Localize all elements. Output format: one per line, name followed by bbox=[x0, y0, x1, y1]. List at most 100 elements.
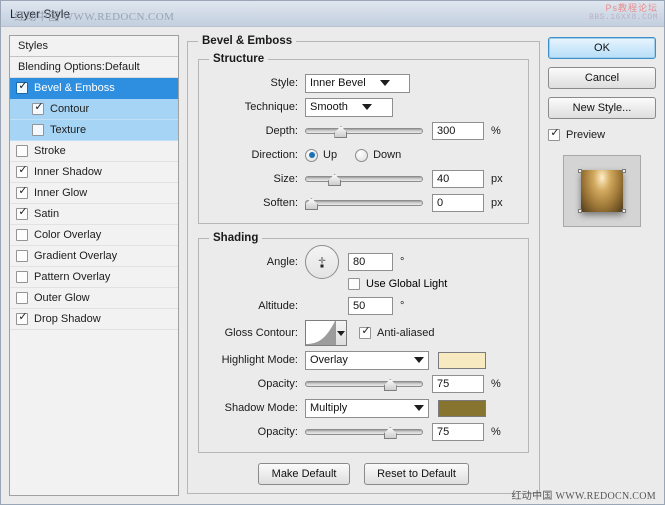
shadow-mode-row: Shadow Mode: Multiply bbox=[209, 396, 518, 420]
shadow-opacity-input[interactable]: 75 bbox=[432, 423, 484, 441]
style-item-checkbox[interactable] bbox=[16, 271, 28, 283]
technique-row: Technique: Smooth bbox=[209, 95, 518, 119]
style-item-texture[interactable]: Texture bbox=[10, 120, 178, 141]
style-item-checkbox[interactable] bbox=[16, 292, 28, 304]
size-slider[interactable] bbox=[305, 170, 423, 188]
altitude-unit: ° bbox=[400, 300, 405, 312]
structure-group-title: Structure bbox=[213, 53, 265, 65]
shadow-color-swatch[interactable] bbox=[438, 399, 486, 417]
highlight-mode-select[interactable]: Overlay bbox=[305, 350, 429, 370]
highlight-color-swatch[interactable] bbox=[438, 351, 486, 369]
style-item-checkbox[interactable] bbox=[16, 229, 28, 241]
highlight-opacity-unit: % bbox=[491, 378, 501, 390]
style-item-checkbox[interactable] bbox=[32, 101, 45, 115]
size-slider-track bbox=[305, 176, 423, 182]
highlight-opacity-input[interactable]: 75 bbox=[432, 375, 484, 393]
depth-slider[interactable] bbox=[305, 122, 423, 140]
cancel-button[interactable]: Cancel bbox=[548, 67, 656, 89]
technique-select-value: Smooth bbox=[310, 101, 348, 113]
style-item-outer-glow[interactable]: Outer Glow bbox=[10, 288, 178, 309]
new-style-button[interactable]: New Style... bbox=[548, 97, 656, 119]
angle-dial[interactable]: ✛ bbox=[305, 245, 339, 279]
style-item-label: Color Overlay bbox=[34, 229, 102, 241]
style-item-checkbox[interactable] bbox=[16, 311, 29, 325]
structure-group: Structure Style: Inner Bevel Technique: … bbox=[198, 53, 529, 224]
shadow-opacity-row: Opacity: 75 % bbox=[209, 420, 518, 444]
style-item-checkbox[interactable] bbox=[16, 185, 29, 199]
soften-input[interactable]: 0 bbox=[432, 194, 484, 212]
title-bar: Layer Style 红动中国 WWW.REDOCN.COM Ps教程论坛 B… bbox=[1, 1, 664, 27]
shadow-opacity-unit: % bbox=[491, 426, 501, 438]
style-select[interactable]: Inner Bevel bbox=[305, 73, 410, 93]
angle-dial-dot bbox=[320, 264, 324, 268]
size-label: Size: bbox=[273, 173, 298, 185]
watermark-top-right-line1: Ps教程论坛 bbox=[605, 3, 658, 13]
style-row: Style: Inner Bevel bbox=[209, 71, 518, 95]
highlight-opacity-label: Opacity: bbox=[257, 378, 298, 390]
anti-aliased-checkbox[interactable] bbox=[359, 325, 372, 339]
shadow-opacity-slider[interactable] bbox=[305, 423, 423, 441]
soften-unit: px bbox=[491, 197, 503, 209]
styles-header: Styles bbox=[10, 36, 178, 57]
highlight-opacity-slider[interactable] bbox=[305, 375, 423, 393]
preview-toggle-row: Preview bbox=[548, 127, 656, 141]
style-item-stroke[interactable]: Stroke bbox=[10, 141, 178, 162]
depth-unit: % bbox=[491, 125, 501, 137]
style-item-checkbox[interactable] bbox=[16, 206, 29, 220]
chevron-down-icon bbox=[361, 104, 372, 110]
shadow-mode-select[interactable]: Multiply bbox=[305, 398, 429, 418]
watermark-bottom: 红动中国 WWW.REDOCN.COM bbox=[511, 491, 656, 502]
soften-slider[interactable] bbox=[305, 194, 423, 212]
preview-handle bbox=[622, 209, 626, 213]
style-item-inner-glow[interactable]: Inner Glow bbox=[10, 183, 178, 204]
default-buttons: Make Default Reset to Default bbox=[198, 453, 529, 485]
style-item-drop-shadow[interactable]: Drop Shadow bbox=[10, 309, 178, 330]
size-input[interactable]: 40 bbox=[432, 170, 484, 188]
style-item-checkbox[interactable] bbox=[16, 250, 28, 262]
watermark-top-right-line2: BBS.16XX8.COM bbox=[589, 13, 658, 22]
style-item-bevel-emboss[interactable]: Bevel & Emboss bbox=[10, 78, 178, 99]
style-item-label: Bevel & Emboss bbox=[34, 82, 115, 94]
style-item-gradient-overlay[interactable]: Gradient Overlay bbox=[10, 246, 178, 267]
chevron-down-icon bbox=[379, 80, 390, 86]
direction-up-radio[interactable] bbox=[305, 148, 318, 162]
reset-to-default-button[interactable]: Reset to Default bbox=[364, 463, 469, 485]
angle-row: Angle: ✛ 80 ° bbox=[209, 245, 518, 279]
style-item-contour[interactable]: Contour bbox=[10, 99, 178, 120]
shadow-opacity-label: Opacity: bbox=[257, 426, 298, 438]
direction-row: Direction: Up Down bbox=[209, 143, 518, 167]
style-item-checkbox[interactable] bbox=[16, 145, 28, 157]
ok-button[interactable]: OK bbox=[548, 37, 656, 59]
style-item-inner-shadow[interactable]: Inner Shadow bbox=[10, 162, 178, 183]
style-item-label: Contour bbox=[50, 103, 90, 115]
style-item-checkbox[interactable] bbox=[16, 80, 29, 94]
depth-row: Depth: 300 % bbox=[209, 119, 518, 143]
depth-input[interactable]: 300 bbox=[432, 122, 484, 140]
make-default-button[interactable]: Make Default bbox=[258, 463, 351, 485]
preview-shape bbox=[581, 170, 623, 212]
style-item-satin[interactable]: Satin bbox=[10, 204, 178, 225]
style-item-pattern-overlay[interactable]: Pattern Overlay bbox=[10, 267, 178, 288]
style-item-color-overlay[interactable]: Color Overlay bbox=[10, 225, 178, 246]
direction-up-label: Up bbox=[323, 149, 338, 161]
dialog-body: Styles Blending Options:Default Bevel & … bbox=[1, 27, 664, 504]
angle-unit: ° bbox=[400, 256, 405, 268]
style-select-value: Inner Bevel bbox=[310, 77, 366, 89]
depth-slider-track bbox=[305, 128, 423, 134]
preview-checkbox[interactable] bbox=[548, 127, 561, 141]
chevron-down-icon bbox=[414, 405, 424, 411]
direction-down-radio[interactable] bbox=[355, 148, 369, 162]
style-item-label: Satin bbox=[34, 208, 60, 220]
style-item-label: Gradient Overlay bbox=[34, 250, 118, 262]
style-item-checkbox[interactable] bbox=[16, 164, 29, 178]
gloss-contour-dropdown-button[interactable] bbox=[335, 321, 346, 345]
style-item-checkbox[interactable] bbox=[32, 124, 44, 136]
blending-options-row[interactable]: Blending Options:Default bbox=[10, 57, 178, 78]
altitude-input[interactable]: 50 bbox=[348, 297, 393, 315]
gloss-contour-preview[interactable] bbox=[305, 320, 347, 346]
use-global-light-checkbox[interactable] bbox=[348, 278, 360, 290]
highlight-mode-label: Highlight Mode: bbox=[221, 354, 298, 366]
bevel-emboss-group-title: Bevel & Emboss bbox=[202, 35, 293, 47]
angle-input[interactable]: 80 bbox=[348, 253, 393, 271]
technique-select[interactable]: Smooth bbox=[305, 97, 393, 117]
